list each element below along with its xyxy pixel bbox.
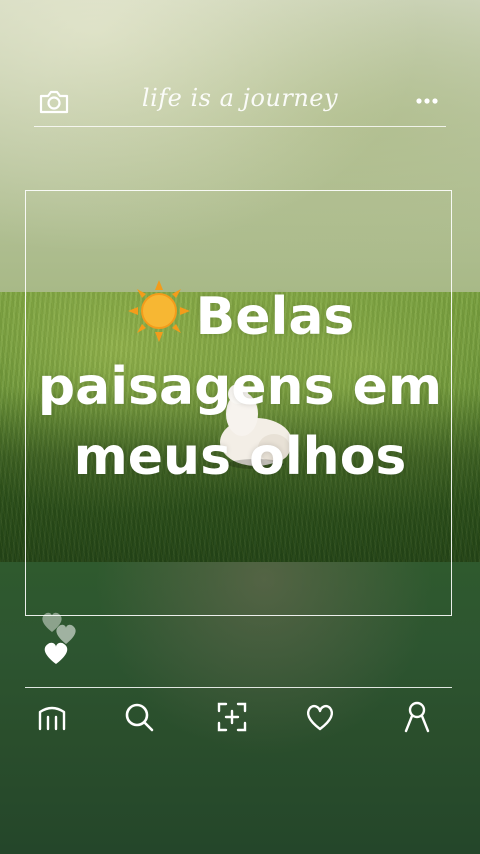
search-icon bbox=[125, 703, 154, 732]
caption-line-3: meus olhos bbox=[73, 427, 407, 487]
caption-line-1: Belas bbox=[25, 278, 455, 352]
caption-line-2: paisagens em bbox=[37, 357, 443, 417]
story-screen: life is a journey Belas paisagens em meu… bbox=[0, 0, 480, 854]
story-header: life is a journey bbox=[34, 82, 446, 127]
more-options-icon[interactable] bbox=[414, 90, 440, 112]
nav-add-button[interactable] bbox=[215, 700, 249, 734]
caption-line-1-text: Belas bbox=[195, 287, 355, 347]
floating-hearts bbox=[42, 612, 76, 664]
heart-icon bbox=[44, 642, 68, 664]
caption-text: Belas paisagens em meus olhos bbox=[25, 278, 455, 492]
nav-search-button[interactable] bbox=[122, 700, 156, 734]
sun-icon bbox=[127, 280, 190, 342]
nav-profile-button[interactable] bbox=[400, 700, 434, 734]
home-icon bbox=[38, 706, 66, 731]
bottom-nav bbox=[25, 687, 452, 740]
heart-icon bbox=[56, 624, 76, 644]
profile-icon bbox=[404, 701, 430, 733]
nav-likes-button[interactable] bbox=[303, 700, 337, 734]
heart-icon bbox=[306, 704, 334, 731]
add-post-icon bbox=[217, 702, 247, 732]
header-title: life is a journey bbox=[141, 84, 339, 112]
nav-home-button[interactable] bbox=[35, 700, 69, 734]
